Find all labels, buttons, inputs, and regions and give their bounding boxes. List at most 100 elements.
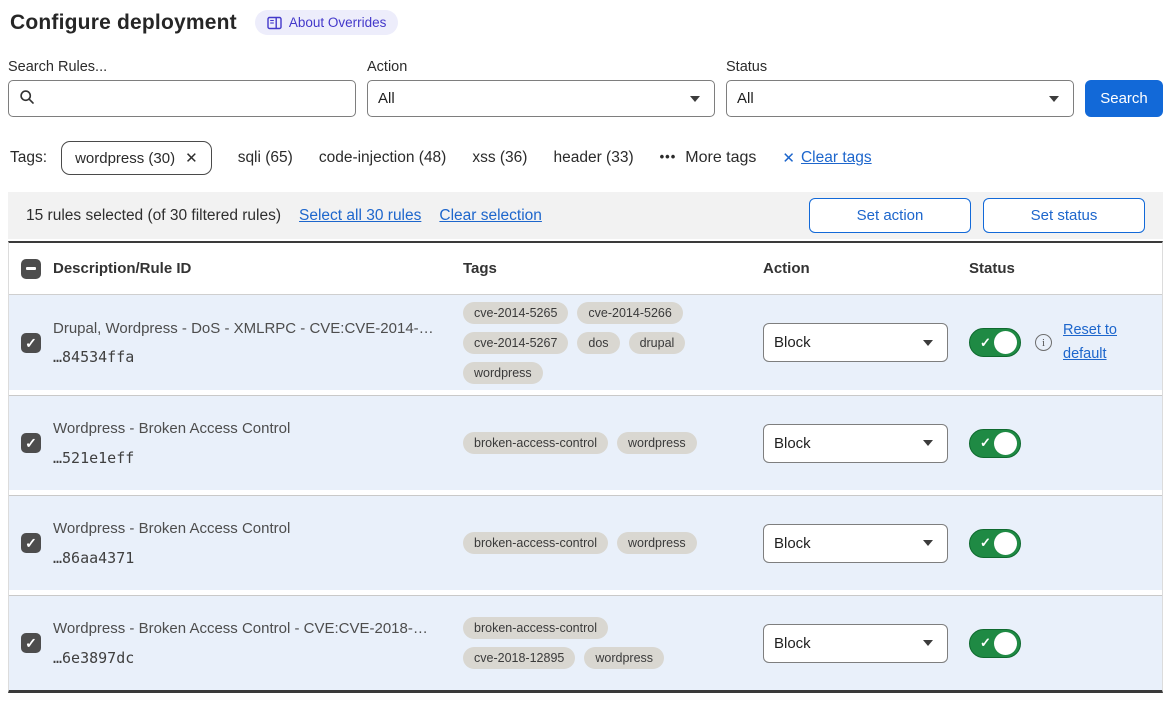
rule-action-select[interactable]: Block [763,624,948,663]
column-header-status: Status [969,260,1162,277]
selection-bar: 15 rules selected (of 30 filtered rules)… [8,192,1163,239]
toggle-check-icon: ✓ [980,535,991,551]
status-filter-select[interactable]: All [726,80,1074,117]
action-filter-label: Action [367,59,715,75]
action-filter-value: All [378,90,690,107]
info-icon[interactable]: i [1035,334,1052,351]
ellipsis-icon: ••• [660,149,677,164]
rule-tag-pill: cve-2014-5266 [577,302,682,324]
status-toggle[interactable]: ✓ [969,629,1021,658]
selected-tag-wordpress[interactable]: wordpress (30) ✕ [61,141,212,175]
rule-tag-pill: dos [577,332,619,354]
column-header-action: Action [763,260,969,277]
selected-tag-label: wordpress (30) [75,150,175,167]
reset-to-default-link[interactable]: Reset to default [1063,319,1127,365]
rules-table-header: Description/Rule ID Tags Action Status [9,243,1162,295]
rule-tags: broken-access-controlwordpress [463,432,725,454]
rule-tag-pill: cve-2014-5267 [463,332,568,354]
status-filter-value: All [737,90,1049,107]
check-icon: ✓ [25,436,37,450]
toggle-knob [994,532,1017,555]
rule-tag-pill: cve-2014-5265 [463,302,568,324]
about-overrides-badge[interactable]: About Overrides [255,10,399,35]
rule-id: …521e1eff [53,449,453,467]
clear-icon: ✕ [782,149,795,167]
clear-tags-link[interactable]: ✕ Clear tags [782,149,871,167]
select-all-link[interactable]: Select all 30 rules [299,207,421,225]
check-icon: ✓ [25,336,37,350]
status-toggle[interactable]: ✓ [969,328,1021,357]
chevron-down-icon [923,340,933,346]
tags-bar: Tags: wordpress (30) ✕ sqli (65) code-in… [8,141,1163,175]
clear-tags-label: Clear tags [801,149,872,167]
row-checkbox[interactable]: ✓ [21,333,41,353]
search-rules-input[interactable] [43,90,345,107]
rule-description: Wordpress - Broken Access Control - CVE:… [53,619,453,639]
action-filter-select[interactable]: All [367,80,715,117]
search-button[interactable]: Search [1085,80,1163,117]
toggle-knob [994,432,1017,455]
book-icon [267,16,282,30]
rule-description: Drupal, Wordpress - DoS - XMLRPC - CVE:C… [53,319,453,339]
selection-summary: 15 rules selected (of 30 filtered rules) [26,207,281,225]
check-icon: ✓ [25,536,37,550]
tag-filter-code-injection[interactable]: code-injection (48) [319,149,447,167]
tag-filter-sqli[interactable]: sqli (65) [238,149,293,167]
table-row: ✓ Wordpress - Broken Access Control …521… [9,395,1162,490]
set-action-button[interactable]: Set action [809,198,971,233]
table-row: ✓ Wordpress - Broken Access Control …86a… [9,495,1162,590]
search-icon [19,89,35,109]
rule-id: …6e3897dc [53,649,453,667]
rule-tags: broken-access-control wordpress [463,532,725,554]
chevron-down-icon [690,96,700,102]
rules-table-body: ✓ Drupal, Wordpress - DoS - XMLRPC - CVE… [9,295,1162,690]
rule-tag-pill: cve-2018-12895 [463,647,575,669]
rule-action-value: Block [774,334,923,351]
status-toggle[interactable]: ✓ [969,429,1021,458]
toggle-check-icon: ✓ [980,435,991,451]
rule-tag-pill: broken-access-control [463,432,608,454]
rule-action-value: Block [774,635,923,652]
tag-filter-header[interactable]: header (33) [553,149,633,167]
search-rules-label: Search Rules... [8,59,356,75]
toggle-check-icon: ✓ [980,335,991,351]
about-overrides-label: About Overrides [289,15,387,30]
rule-action-select[interactable]: Block [763,424,948,463]
column-header-description: Description/Rule ID [53,260,463,277]
rule-tag-pill: wordpress [463,362,543,384]
more-tags-button[interactable]: ••• More tags [660,149,757,167]
chevron-down-icon [1049,96,1059,102]
rule-tags: cve-2014-5265 cve-2014-5266 cve-2014-5267 d… [463,302,725,384]
rule-tag-pill: wordpress [617,532,697,554]
toggle-knob [994,632,1017,655]
page-header: Configure deployment About Overrides [8,10,1163,35]
select-all-checkbox[interactable] [21,259,41,279]
rule-action-select[interactable]: Block [763,524,948,563]
rule-id: …84534ffa [53,348,453,366]
rule-tag-pill: broken-access-control [463,532,608,554]
column-header-tags: Tags [463,260,763,277]
tag-filter-xss[interactable]: xss (36) [472,149,527,167]
check-icon: ✓ [25,636,37,650]
rule-action-select[interactable]: Block [763,323,948,362]
filters-row: Search Rules... Action All Status All Se… [8,59,1163,117]
rule-tags: broken-access-control cve-2018-12895 wordp… [463,617,725,669]
chevron-down-icon [923,640,933,646]
rule-tag-pill: wordpress [584,647,664,669]
clear-selection-link[interactable]: Clear selection [439,207,542,225]
status-toggle[interactable]: ✓ [969,529,1021,558]
row-checkbox[interactable]: ✓ [21,633,41,653]
row-checkbox[interactable]: ✓ [21,533,41,553]
set-status-button[interactable]: Set status [983,198,1145,233]
row-checkbox[interactable]: ✓ [21,433,41,453]
rule-tag-pill: broken-access-control [463,617,608,639]
rule-description: Wordpress - Broken Access Control [53,419,453,439]
remove-tag-icon[interactable]: ✕ [185,149,198,167]
search-rules-input-wrap [8,80,356,117]
table-row: ✓ Drupal, Wordpress - DoS - XMLRPC - CVE… [9,295,1162,390]
rules-table: Description/Rule ID Tags Action Status ✓… [8,241,1163,693]
table-row: ✓ Wordpress - Broken Access Control - CV… [9,595,1162,690]
tags-label: Tags: [10,149,47,167]
status-filter-label: Status [726,59,1074,75]
toggle-check-icon: ✓ [980,635,991,651]
